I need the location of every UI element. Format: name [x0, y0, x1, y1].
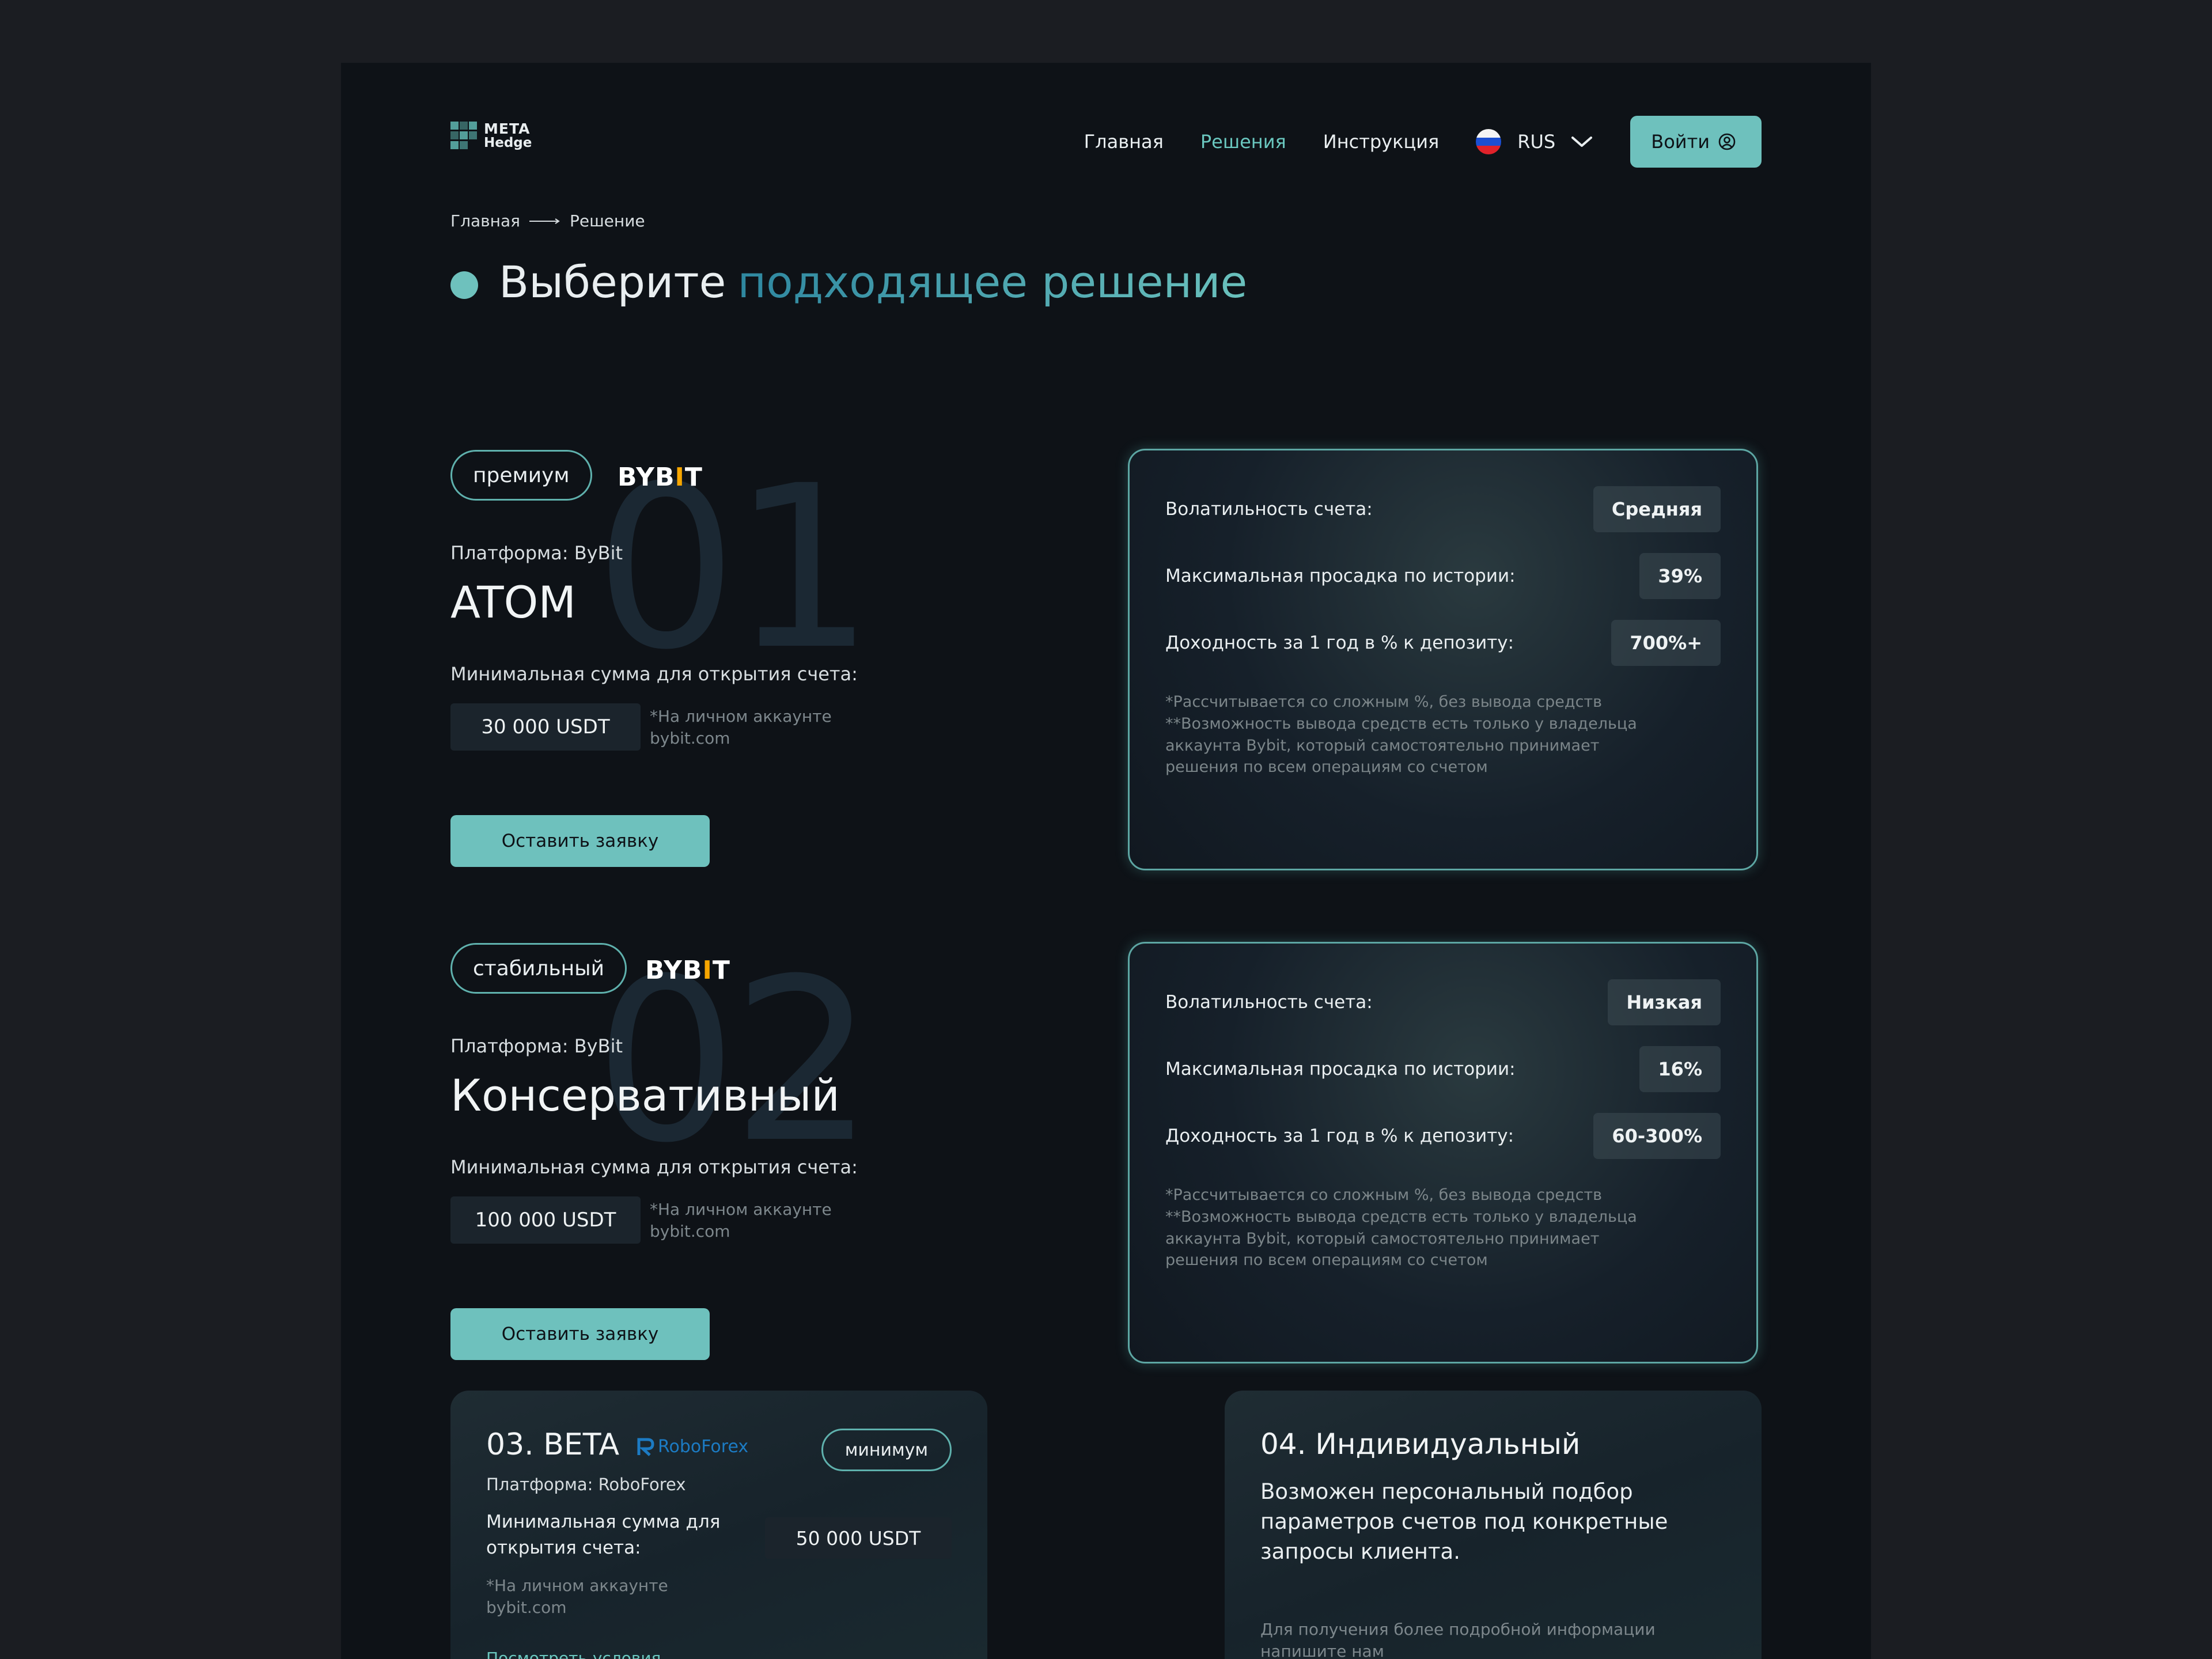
min-amount-label: Минимальная сумма для открытия счета: [450, 663, 858, 685]
chevron-down-icon [1571, 137, 1593, 147]
amount-note: *На личном аккаунте bybit.com [486, 1576, 668, 1617]
stat-value: Средняя [1593, 486, 1721, 532]
product-name: Консервативный [450, 1070, 840, 1121]
amount-note: *На личном аккаунте bybit.com [650, 707, 832, 748]
min-amount-label: Минимальная сумма для открытия счета: [486, 1512, 721, 1558]
stat-yield: Доходность за 1 год в % к депозиту: 700%+ [1165, 620, 1721, 666]
russia-flag-icon [1476, 129, 1502, 154]
stats-card: Волатильность счета: Низкая Максимальная … [1128, 942, 1758, 1363]
product-platform: Платформа: ByBit [450, 1035, 623, 1057]
card-description: Возможен персональный подбор параметров … [1260, 1479, 1668, 1564]
logo-text-hedge: Hedge [484, 135, 532, 150]
bybit-logo: BYBIT [618, 463, 703, 492]
apply-button[interactable]: Оставить заявку [450, 815, 710, 867]
product-tag: премиум [450, 450, 592, 501]
stat-value: 60-300% [1593, 1113, 1721, 1159]
login-button-label: Войти [1651, 131, 1710, 153]
roboforex-icon [637, 1438, 654, 1456]
arrow-right-icon [529, 218, 560, 224]
user-circle-icon [1718, 133, 1736, 150]
stat-volatility: Волатильность счета: Средняя [1165, 486, 1721, 532]
page-title: Выберите подходящее решение [450, 256, 1247, 308]
breadcrumb: Главная Решение [450, 211, 645, 230]
card-title: 03. BETA [486, 1427, 620, 1462]
stat-value: 16% [1639, 1046, 1721, 1092]
stat-drawdown: Максимальная просадка по истории: 39% [1165, 553, 1721, 599]
card-beta: 03. BETA RoboForex минимум Платформа: Ro… [450, 1391, 987, 1659]
min-amount-label: Минимальная сумма для открытия счета: [450, 1156, 858, 1178]
product-platform: Платформа: ByBit [450, 542, 623, 564]
login-button[interactable]: Войти [1630, 116, 1762, 168]
apply-button[interactable]: Оставить заявку [450, 1308, 710, 1360]
product-tag: стабильный [450, 943, 627, 994]
title-dot-icon [450, 271, 478, 299]
card-individual: 04. Индивидуальный Возможен персональный… [1225, 1391, 1762, 1659]
view-conditions-link[interactable]: Посмотреть условия [486, 1649, 661, 1659]
nav-item-home[interactable]: Главная [1084, 131, 1164, 153]
breadcrumb-current: Решение [569, 211, 645, 230]
product-conservative: 02 стабильный BYBIT Платформа: ByBit Кон… [450, 930, 1762, 1369]
main-nav: Главная Решения Инструкция RUS Войти [1084, 116, 1762, 168]
logo-text-meta: META [484, 120, 531, 137]
stat-value: 700%+ [1611, 620, 1721, 666]
logo[interactable]: META Hedge [450, 115, 537, 155]
card-tag: минимум [821, 1429, 952, 1471]
bybit-logo: BYBIT [645, 956, 730, 985]
product-name: ATOM [450, 577, 576, 628]
min-amount-value: 50 000 USDT [765, 1517, 952, 1559]
language-label: RUS [1517, 131, 1556, 153]
amount-note: *На личном аккаунте bybit.com [650, 1200, 832, 1241]
stats-card: Волатильность счета: Средняя Максимальная… [1128, 449, 1758, 870]
card-note: Для получения более подробной информации… [1260, 1620, 1656, 1659]
stat-yield: Доходность за 1 год в % к депозиту: 60-30… [1165, 1113, 1721, 1159]
stat-drawdown: Максимальная просадка по истории: 16% [1165, 1046, 1721, 1092]
nav-item-solutions[interactable]: Решения [1200, 131, 1286, 153]
title-lead: Выберите [499, 256, 726, 308]
min-amount-value: 30 000 USDT [450, 703, 641, 751]
language-selector[interactable]: RUS [1476, 129, 1593, 154]
card-title: 04. Индивидуальный [1260, 1427, 1581, 1461]
stat-notes: *Рассчитывается со сложным %, без вывода… [1165, 693, 1637, 777]
stat-volatility: Волатильность счета: Низкая [1165, 979, 1721, 1025]
product-number: 02 [594, 930, 874, 1192]
card-platform: Платформа: RoboForex [486, 1475, 686, 1494]
title-accent: подходящее решение [737, 256, 1248, 308]
roboforex-logo: RoboForex [637, 1437, 748, 1457]
page: META Hedge Главная Решения Инструкция RU… [341, 63, 1871, 1659]
stat-notes: *Рассчитывается со сложным %, без вывода… [1165, 1186, 1637, 1270]
breadcrumb-home[interactable]: Главная [450, 211, 520, 230]
product-atom: 01 премиум BYBIT Платформа: ByBit ATOM М… [450, 449, 1762, 876]
stat-value: 39% [1639, 553, 1721, 599]
nav-item-instructions[interactable]: Инструкция [1323, 131, 1440, 153]
stat-value: Низкая [1608, 979, 1721, 1025]
min-amount-value: 100 000 USDT [450, 1196, 641, 1244]
logo-mark-icon [450, 122, 483, 150]
